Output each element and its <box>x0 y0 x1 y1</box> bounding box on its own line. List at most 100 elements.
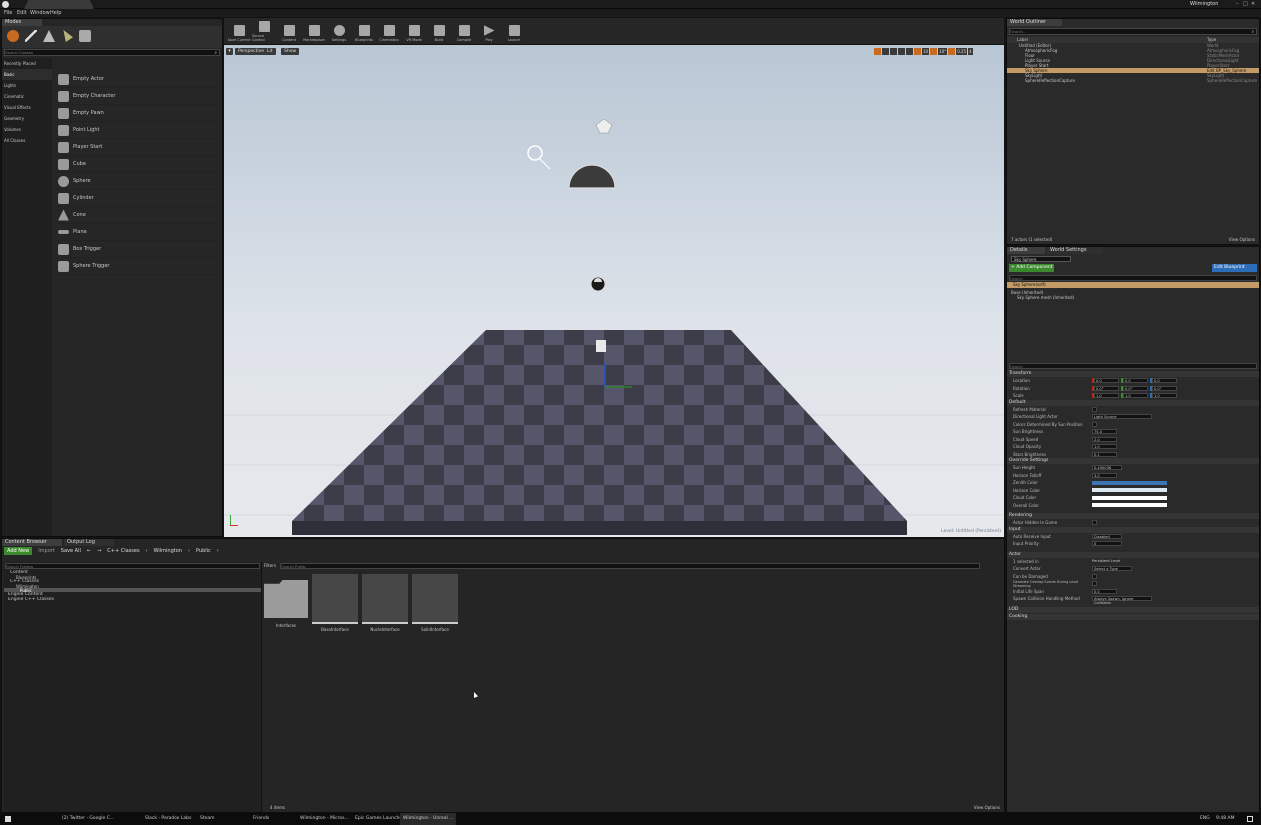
translate-tool-icon[interactable] <box>874 48 881 55</box>
category-basic[interactable]: Basic <box>2 69 52 80</box>
tree-item[interactable]: Engine C++ Classes <box>4 597 261 602</box>
property-search-input[interactable] <box>1010 364 1210 369</box>
taskbar-item[interactable]: (2) Twitter - Google C... <box>62 813 114 825</box>
outliner-search-input[interactable] <box>1010 29 1210 34</box>
place-item[interactable]: Box Trigger <box>54 241 222 258</box>
place-item[interactable]: Cone <box>54 207 222 224</box>
taskbar-item[interactable]: Epic Games Launcher <box>355 813 404 825</box>
system-language[interactable]: ENG <box>1200 813 1210 825</box>
content-view-options[interactable]: View Options <box>974 805 1000 810</box>
path-segment[interactable]: Public <box>196 548 211 554</box>
floor-plane[interactable] <box>292 330 907 521</box>
place-item[interactable]: Empty Character <box>54 88 222 105</box>
minimize-icon[interactable]: – <box>1236 1 1239 7</box>
marketplace-button[interactable]: Marketplace <box>302 18 326 42</box>
lod-section[interactable]: LOD <box>1007 606 1259 613</box>
content-browser-tab[interactable]: Content Browser <box>2 539 62 546</box>
asset-tile[interactable]: NucleInterface <box>362 574 408 632</box>
add-component-button[interactable]: + Add Component <box>1009 264 1054 272</box>
lit-button[interactable]: Lit <box>264 48 276 55</box>
asset-tile[interactable]: Interfaces <box>264 574 308 632</box>
output-log-tab[interactable]: Output Log <box>64 539 114 546</box>
vr-mode-button[interactable]: VR Mode <box>402 18 426 42</box>
component-self-row[interactable]: Sky Sphere(self) <box>1007 282 1259 288</box>
history-back-icon[interactable]: ← <box>87 548 91 554</box>
surface-snap-icon[interactable] <box>906 48 913 55</box>
grid-snap-icon[interactable] <box>914 48 921 55</box>
windows-start-icon[interactable] <box>5 816 11 822</box>
cloud-color-swatch[interactable] <box>1092 495 1167 500</box>
filters-button[interactable]: Filters <box>264 563 276 569</box>
history-forward-icon[interactable]: → <box>97 548 101 554</box>
category-cinematic[interactable]: Cinematic <box>2 91 52 102</box>
world-space-icon[interactable] <box>898 48 905 55</box>
rotate-tool-icon[interactable] <box>882 48 889 55</box>
details-tab[interactable]: Details <box>1007 247 1045 254</box>
path-segment[interactable]: C++ Classes <box>107 548 139 554</box>
system-clock[interactable]: 9:48 AM <box>1216 813 1235 825</box>
place-item[interactable]: Empty Actor <box>54 71 222 88</box>
class-search-input[interactable] <box>5 50 185 55</box>
place-item[interactable]: Sphere Trigger <box>54 258 222 275</box>
asset-tile[interactable]: SolidInterface <box>412 574 458 632</box>
source-control-button[interactable]: Source Control <box>252 18 276 42</box>
place-item[interactable]: Cube <box>54 156 222 173</box>
actor-name-field[interactable]: Sky Sphere <box>1011 256 1071 262</box>
camera-speed-value[interactable]: 0.25 <box>956 48 968 55</box>
paint-mode-icon[interactable] <box>25 30 37 42</box>
save-all-button[interactable]: Save All <box>61 548 81 554</box>
rotation-snap-value[interactable]: 10° <box>938 48 948 55</box>
outliner-view-options[interactable]: View Options <box>1229 236 1255 244</box>
menu-window[interactable]: Window <box>30 10 50 16</box>
taskbar-item[interactable]: Friends <box>253 813 269 825</box>
player-start-icon[interactable] <box>596 340 606 352</box>
play-button[interactable]: Play <box>477 18 501 42</box>
close-icon[interactable]: ✕ <box>1251 1 1255 7</box>
menu-edit[interactable]: Edit <box>17 10 27 16</box>
taskbar-item[interactable]: Slack - Paradox Labs <box>145 813 191 825</box>
place-item[interactable]: Sphere <box>54 173 222 190</box>
cinematics-button[interactable]: Cinematics <box>377 18 401 42</box>
scale-snap-icon[interactable] <box>948 48 956 55</box>
notifications-icon[interactable] <box>1247 816 1253 822</box>
save-current-button[interactable]: Save Current <box>227 18 251 42</box>
directional-light-icon[interactable] <box>527 145 543 161</box>
edit-blueprint-button[interactable]: Edit Blueprint <box>1212 264 1257 272</box>
cooking-section[interactable]: Cooking <box>1007 613 1259 620</box>
geometry-mode-icon[interactable] <box>79 30 91 42</box>
menu-help[interactable]: Help <box>50 10 61 16</box>
asset-tile[interactable]: BaseInterface <box>312 574 358 632</box>
import-button[interactable]: Import <box>38 548 55 554</box>
viewports-value[interactable]: 4 <box>968 48 973 55</box>
grid-snap-value[interactable]: 10 <box>922 48 930 55</box>
category-recently-placed[interactable]: Recently Placed <box>2 58 52 69</box>
taskbar-item-active[interactable]: Wilmington - Unreal ... <box>400 813 457 825</box>
blueprints-button[interactable]: Blueprints <box>352 18 376 42</box>
world-settings-tab[interactable]: World Settings <box>1047 247 1102 254</box>
place-item[interactable]: Point Light <box>54 122 222 139</box>
taskbar-item[interactable]: Wilmington - Micros... <box>300 813 349 825</box>
category-volumes[interactable]: Volumes <box>2 124 52 135</box>
component-search-input[interactable] <box>1010 276 1210 281</box>
folder-search-input[interactable] <box>6 564 206 569</box>
path-segment[interactable]: Wilmington <box>154 548 182 554</box>
scale-tool-icon[interactable] <box>890 48 897 55</box>
foliage-mode-icon[interactable] <box>63 30 73 42</box>
outliner-row[interactable]: SphereReflectionCapture SphereReflectionC… <box>1007 78 1259 83</box>
level-viewport[interactable]: ▾ Perspective Lit Show 10 10° 0.25 4 Lev… <box>224 45 1004 537</box>
atmospheric-fog-icon[interactable] <box>595 118 613 134</box>
outliner-tab[interactable]: World Outliner <box>1007 19 1062 26</box>
maximize-icon[interactable]: □ <box>1243 1 1248 7</box>
category-geometry[interactable]: Geometry <box>2 113 52 124</box>
modes-tab[interactable]: Modes <box>2 19 42 26</box>
overall-color-swatch[interactable] <box>1092 503 1167 508</box>
build-button[interactable]: Build <box>427 18 451 42</box>
launch-button[interactable]: Launch <box>502 18 526 42</box>
rotation-snap-icon[interactable] <box>930 48 938 55</box>
place-item[interactable]: Player Start <box>54 139 222 156</box>
add-new-button[interactable]: Add New <box>4 547 33 555</box>
settings-button[interactable]: Settings <box>327 18 351 42</box>
level-tab[interactable] <box>24 0 94 9</box>
place-mode-icon[interactable] <box>7 30 19 42</box>
menu-file[interactable]: File <box>4 10 12 16</box>
